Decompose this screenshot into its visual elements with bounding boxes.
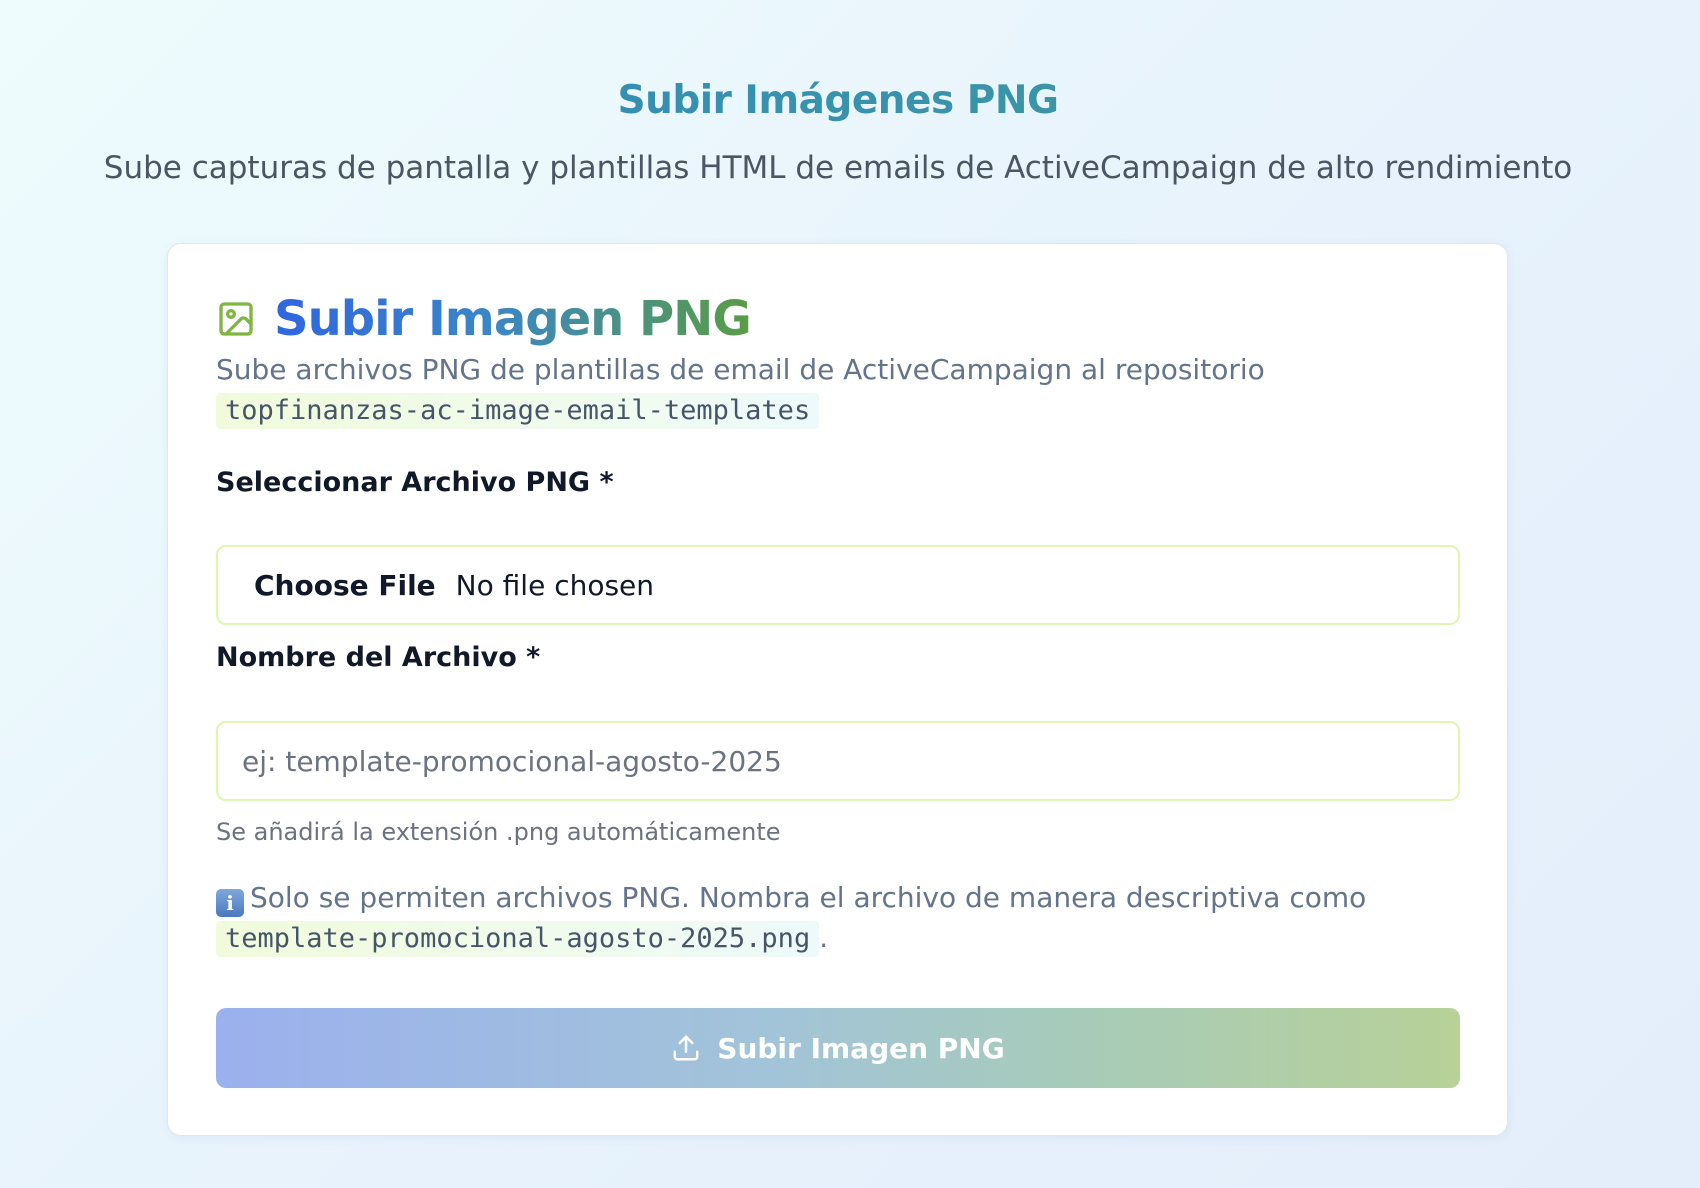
information-icon: i (216, 889, 244, 917)
upload-card: Subir Imagen PNG Sube archivos PNG de pl… (167, 243, 1508, 1136)
info-text: Solo se permiten archivos PNG. Nombra el… (250, 881, 1367, 914)
card-description-text: Sube archivos PNG de plantillas de email… (216, 353, 1265, 386)
card-title: Subir Imagen PNG (274, 288, 752, 350)
submit-button-label: Subir Imagen PNG (717, 1031, 1005, 1065)
repository-name: topfinanzas-ac-image-email-templates (216, 393, 820, 429)
file-input[interactable]: Choose File No file chosen (216, 545, 1460, 625)
info-suffix: . (819, 921, 829, 954)
image-icon (216, 299, 256, 339)
card-header: Subir Imagen PNG (216, 288, 752, 350)
card-description: Sube archivos PNG de plantillas de email… (216, 350, 1456, 430)
page-title: Subir Imágenes PNG (0, 76, 1676, 126)
info-note: i Solo se permiten archivos PNG. Nombra e… (216, 878, 1466, 958)
file-field-label: Seleccionar Archivo PNG * (216, 467, 614, 498)
submit-upload-button[interactable]: Subir Imagen PNG (216, 1008, 1460, 1088)
choose-file-button[interactable]: Choose File (254, 569, 436, 602)
filename-input[interactable] (216, 721, 1460, 801)
filename-hint: Se añadirá la extensión .png automáticam… (216, 818, 781, 846)
page-subtitle: Sube capturas de pantalla y plantillas H… (103, 150, 1573, 186)
upload-icon (673, 1035, 699, 1061)
filename-example: template-promocional-agosto-2025.png (216, 921, 820, 957)
file-status: No file chosen (455, 568, 655, 602)
filename-field-label: Nombre del Archivo * (216, 642, 541, 673)
